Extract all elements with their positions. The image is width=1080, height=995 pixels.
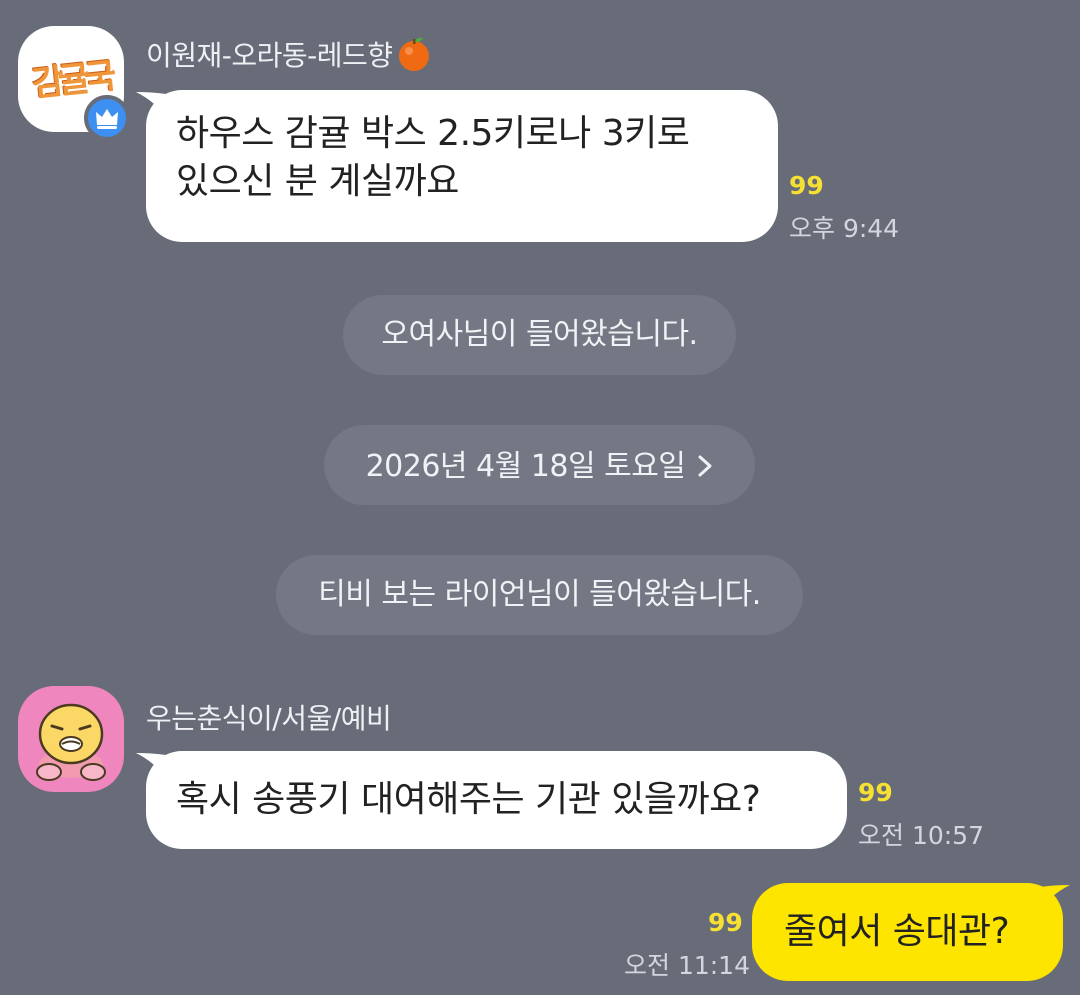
sender-name-row: 이원재-오라동-레드향	[146, 34, 433, 74]
tangerine-icon	[398, 37, 429, 71]
date-divider-label: 2026년 4월 18일 토요일	[365, 449, 686, 484]
message-bubble[interactable]: 혹시 송풍기 대여해주는 기관 있을까요?	[146, 751, 847, 849]
sender-name: 이원재-오라동-레드향	[146, 39, 393, 72]
crying-character-icon	[36, 703, 106, 781]
sender-avatar[interactable]	[18, 686, 124, 792]
message-time: 오후 9:44	[789, 214, 900, 243]
join-notice: 오여사님이 들어왔습니다.	[343, 295, 736, 375]
sender-name: 우는춘식이/서울/예비	[146, 702, 392, 735]
unread-count: 99	[858, 778, 893, 807]
unread-count: 99	[789, 171, 824, 200]
my-message-bubble[interactable]: 줄여서 송대관?	[752, 883, 1063, 981]
message-time: 오전 11:14	[624, 951, 750, 980]
bubble-tail	[1040, 885, 1070, 911]
chevron-right-icon	[697, 425, 713, 505]
unread-count: 99	[708, 908, 743, 937]
message-bubble[interactable]: 하우스 감귤 박스 2.5키로나 3키로 있으신 분 계실까요	[146, 90, 778, 242]
message-time: 오전 10:57	[858, 821, 984, 850]
crown-icon	[84, 95, 130, 141]
date-divider[interactable]: 2026년 4월 18일 토요일	[324, 425, 755, 505]
join-notice: 티비 보는 라이언님이 들어왔습니다.	[276, 555, 803, 635]
